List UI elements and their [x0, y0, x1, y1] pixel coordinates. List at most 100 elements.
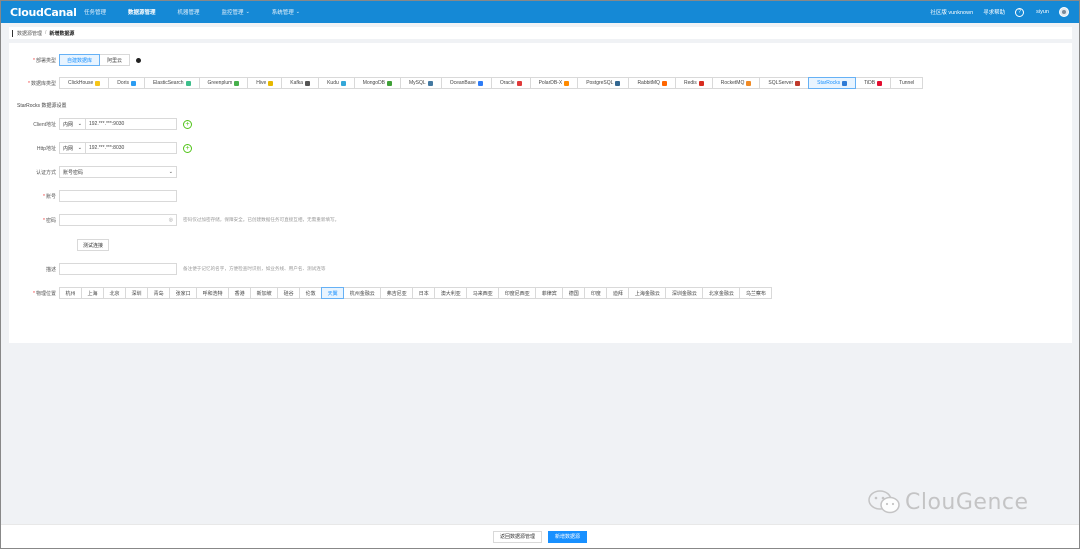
region-option[interactable]: 德国 — [562, 287, 586, 299]
region-option[interactable]: 乌兰察布 — [739, 287, 773, 299]
oracle-icon — [516, 80, 522, 86]
nav-item-0[interactable]: 任务管理 — [84, 8, 106, 16]
chevron-down-icon: ⌄ — [77, 121, 82, 127]
region-option[interactable]: 杭州金融云 — [343, 287, 382, 299]
region-option[interactable]: 香港 — [228, 287, 252, 299]
region-option[interactable]: 澳大利亚 — [434, 287, 468, 299]
db-type-option[interactable]: PostgreSQL — [577, 77, 630, 89]
db-type-option[interactable]: SQLServer — [759, 77, 810, 89]
nav-item-2[interactable]: 机器管理 — [178, 8, 200, 16]
region-option[interactable]: 印度 — [584, 287, 608, 299]
region-option[interactable]: 菲律宾 — [535, 287, 564, 299]
client-address-label: Client地址 — [33, 121, 56, 128]
info-icon[interactable] — [136, 57, 142, 63]
db-type-option[interactable]: OceanBase — [440, 77, 492, 89]
db-type-option-label: Doris — [117, 80, 129, 86]
footer-bar: 返回数据源管理 新增数据源 — [1, 524, 1079, 548]
nav-item-label: 任务管理 — [84, 10, 107, 16]
region-option[interactable]: 迪拜 — [606, 287, 630, 299]
description-hint: 备注便于记忆的名字，方便检查时识别，如业务线、用户名、测试连等 — [183, 266, 326, 271]
db-type-option-label: MySQL — [409, 80, 426, 86]
top-right-area: 社区版 vunknown 寻求帮助 ? siyun — [920, 1, 1069, 23]
description-row: 描述 备注便于记忆的名字，方便检查时识别，如业务线、用户名、测试连等 — [9, 263, 325, 275]
deploy-type-option[interactable]: 阿里云 — [99, 54, 131, 66]
account-input[interactable] — [59, 190, 177, 202]
help-icon[interactable]: ? — [1015, 7, 1025, 17]
rocketmq-icon — [746, 80, 752, 86]
region-option[interactable]: 马来西亚 — [466, 287, 500, 299]
region-option[interactable]: 深圳 — [125, 287, 149, 299]
eye-icon[interactable]: ◎ — [169, 217, 173, 223]
region-option[interactable]: 上海 — [81, 287, 105, 299]
add-http-address-icon[interactable]: + — [183, 143, 192, 153]
region-option[interactable]: 北京金融云 — [702, 287, 741, 299]
db-type-option[interactable]: MongoDB — [353, 77, 402, 89]
db-type-option[interactable]: Kudu — [318, 77, 355, 89]
region-option[interactable]: 上海金融云 — [628, 287, 667, 299]
region-option[interactable]: 天翼 — [321, 287, 345, 299]
db-type-option-label: Kafka — [290, 80, 304, 86]
http-network-select[interactable]: 内网 ⌄ — [59, 142, 85, 154]
auth-select[interactable]: 账号密码 ⌄ — [59, 166, 177, 178]
client-network-select[interactable]: 内网 ⌄ — [59, 118, 85, 130]
starrocks-icon — [842, 80, 848, 86]
db-type-option[interactable]: Hive — [247, 77, 283, 89]
db-type-option[interactable]: Redis — [674, 77, 713, 89]
region-option[interactable]: 硅谷 — [277, 287, 301, 299]
region-option[interactable]: 印度尼西亚 — [498, 287, 537, 299]
client-address-input[interactable]: 192.***.***:9030 — [85, 118, 177, 130]
region-option[interactable]: 深圳金融云 — [665, 287, 704, 299]
add-client-address-icon[interactable]: + — [183, 119, 192, 129]
region-option[interactable]: 杭州 — [59, 287, 83, 299]
db-type-label: *数据库类型 — [28, 80, 56, 87]
db-type-option[interactable]: Greenplum — [198, 77, 249, 89]
region-option[interactable]: 呼和浩特 — [196, 287, 230, 299]
test-connection-button[interactable]: 测试连接 — [77, 239, 110, 251]
breadcrumb: 数据源管理 / 新增数据源 — [9, 27, 1072, 39]
db-type-option[interactable]: Oracle — [490, 77, 531, 89]
db-type-option[interactable]: Kafka — [281, 77, 320, 89]
doris-icon — [130, 80, 136, 86]
db-type-option[interactable]: Tunnel — [890, 77, 924, 89]
db-type-option-label: StarRocks — [817, 80, 841, 86]
help-link[interactable]: 寻求帮助 — [983, 8, 1005, 16]
nav-item-3[interactable]: 监控管理 ⌄ — [222, 8, 250, 16]
db-type-option[interactable]: MySQL — [400, 77, 442, 89]
db-type-option[interactable]: RabbitMQ — [628, 77, 676, 89]
top-nav-bar: CloudCanal 任务管理 数据源管理 机器管理 监控管理 ⌄ 系统管理 ⌄ 社区版 v… — [1, 1, 1079, 23]
db-type-option[interactable]: Doris — [108, 77, 145, 89]
password-input[interactable]: ◎ — [59, 214, 177, 226]
db-type-option[interactable]: StarRocks — [808, 77, 857, 89]
back-button[interactable]: 返回数据源管理 — [492, 530, 542, 543]
username-label[interactable]: siyun — [1036, 9, 1049, 15]
http-address-row: Http地址 内网 ⌄ 192.***.***:8030 + — [9, 142, 192, 154]
auth-label: 认证方式 — [35, 169, 56, 176]
db-type-option[interactable]: ElasticSearch — [143, 77, 200, 89]
region-option[interactable]: 张家口 — [169, 287, 198, 299]
db-type-option[interactable]: TiDB — [855, 77, 892, 89]
db-type-option[interactable]: RocketMQ — [711, 77, 761, 89]
db-type-option[interactable]: ClickHouse — [59, 77, 110, 89]
breadcrumb-marker — [12, 29, 13, 37]
db-type-option-label: Oracle — [499, 80, 515, 86]
db-type-option-label: Hive — [256, 80, 267, 86]
description-input[interactable] — [59, 263, 177, 275]
region-option[interactable]: 青岛 — [147, 287, 171, 299]
avatar[interactable] — [1059, 7, 1069, 17]
password-label: *密码 — [43, 217, 56, 224]
nav-item-4[interactable]: 系统管理 ⌄ — [272, 8, 300, 16]
region-option[interactable]: 日本 — [412, 287, 436, 299]
region-option[interactable]: 弗吉尼亚 — [380, 287, 414, 299]
region-option[interactable]: 伦敦 — [299, 287, 323, 299]
breadcrumb-parent[interactable]: 数据源管理 — [17, 30, 42, 37]
auth-value: 账号密码 — [63, 169, 84, 176]
submit-button[interactable]: 新增数据源 — [548, 530, 588, 543]
db-type-option-label: RabbitMQ — [637, 80, 660, 86]
http-address-input[interactable]: 192.***.***:8030 — [85, 142, 177, 154]
app-logo[interactable]: CloudCanal — [10, 6, 84, 19]
nav-item-1[interactable]: 数据源管理 — [128, 8, 156, 16]
region-option[interactable]: 新加坡 — [250, 287, 279, 299]
db-type-option[interactable]: PolarDB-X — [529, 77, 579, 89]
region-option[interactable]: 北京 — [103, 287, 127, 299]
deploy-type-option[interactable]: 自建数据库 — [59, 54, 101, 66]
